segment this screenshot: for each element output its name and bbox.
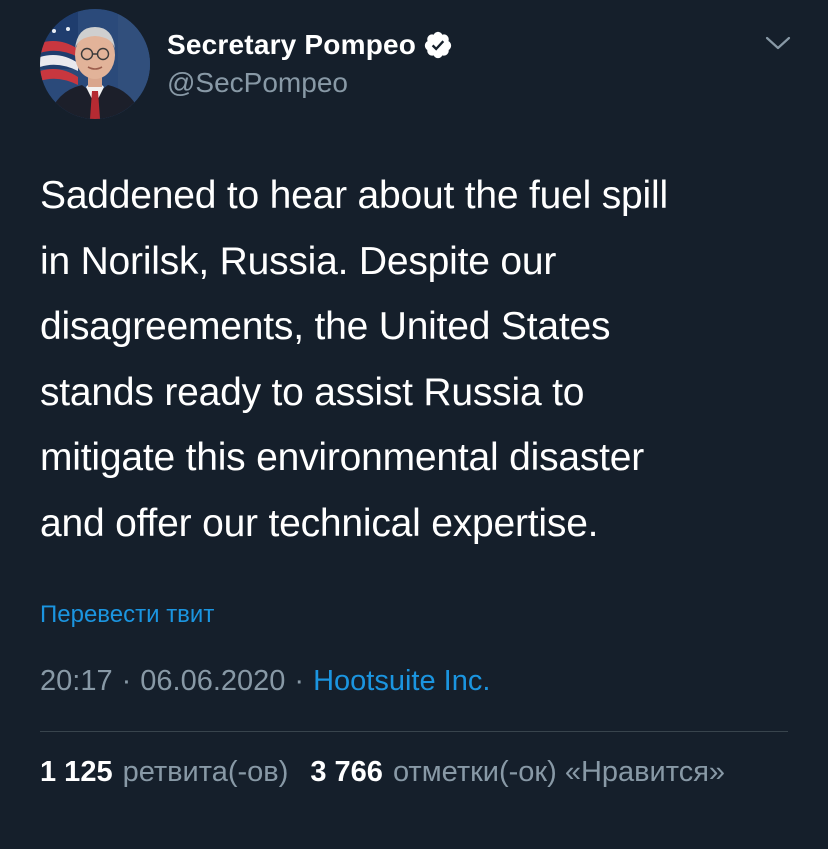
divider: [40, 731, 788, 732]
tweet-stats: 1 125 ретвита(-ов) 3 766 отметки(-ок) «Н…: [40, 756, 725, 789]
avatar-image: [40, 9, 150, 119]
likes-count[interactable]: 3 766: [310, 756, 383, 789]
tweet-date[interactable]: 06.06.2020: [140, 665, 285, 698]
meta-separator: ·: [294, 665, 305, 697]
tweet-text: Saddened to hear about the fuel spill in…: [40, 174, 668, 545]
tweet-meta: 20:17 · 06.06.2020 · Hootsuite Inc.: [40, 665, 490, 698]
avatar[interactable]: [40, 9, 150, 119]
retweets-count[interactable]: 1 125: [40, 756, 113, 789]
tweet-detail: Secretary Pompeo @SecPompeo Saddened to …: [0, 0, 828, 849]
author-block[interactable]: Secretary Pompeo @SecPompeo: [167, 26, 453, 99]
handle[interactable]: @SecPompeo: [167, 67, 453, 99]
chevron-down-icon[interactable]: [764, 34, 792, 52]
name-row: Secretary Pompeo: [167, 26, 453, 64]
likes-label[interactable]: отметки(-ок) «Нравится»: [393, 756, 725, 789]
translate-tweet-link[interactable]: Перевести твит: [40, 601, 214, 629]
tweet-time[interactable]: 20:17: [40, 665, 113, 698]
meta-separator: ·: [121, 665, 132, 697]
retweets-label[interactable]: ретвита(-ов): [123, 756, 289, 789]
tweet-source-link[interactable]: Hootsuite Inc.: [313, 665, 490, 698]
verified-badge-icon: [423, 30, 453, 60]
display-name[interactable]: Secretary Pompeo: [167, 29, 416, 61]
